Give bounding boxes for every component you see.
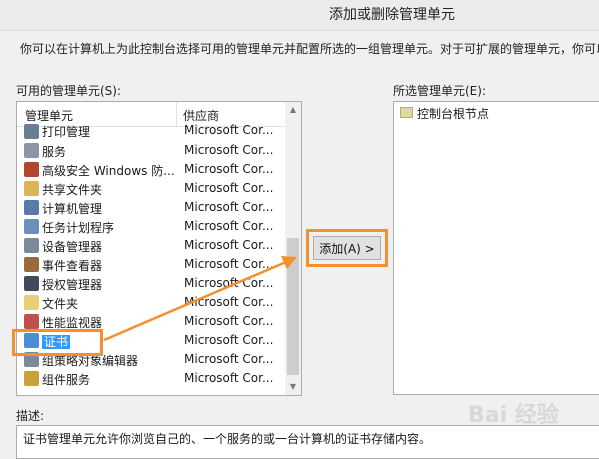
snapin-name: 打印管理 bbox=[42, 123, 176, 140]
snapin-vendor: Microsoft Cor... bbox=[184, 219, 274, 233]
window-title: 添加或删除管理单元 bbox=[329, 7, 455, 23]
snapin-vendor: Microsoft Cor... bbox=[184, 333, 274, 347]
available-snapins-label: 可用的管理单元(S): bbox=[16, 84, 122, 98]
snapin-name: 共享文件夹 bbox=[42, 181, 176, 198]
component-services-icon bbox=[24, 371, 39, 386]
table-row[interactable]: 授权管理器 Microsoft Cor... bbox=[17, 274, 285, 293]
selected-snapins-label: 所选管理单元(E): bbox=[393, 84, 486, 98]
scroll-thumb[interactable] bbox=[287, 238, 299, 375]
snapin-vendor: Microsoft Cor... bbox=[184, 200, 274, 214]
snapin-vendor: Microsoft Cor... bbox=[184, 295, 274, 309]
table-row[interactable]: 高级安全 Windows 防... Microsoft Cor... bbox=[17, 160, 285, 179]
column-header-vendor[interactable]: 供应商 bbox=[183, 107, 219, 124]
snapin-name: 计算机管理 bbox=[42, 200, 176, 217]
snapin-name-text: 任务计划程序 bbox=[42, 221, 115, 235]
table-row[interactable]: 文件夹 Microsoft Cor... bbox=[17, 293, 285, 312]
title-bar: 添加或删除管理单元 bbox=[0, 0, 599, 31]
clock-icon bbox=[24, 219, 39, 234]
performance-icon bbox=[24, 314, 39, 329]
table-row[interactable]: 组件服务 Microsoft Cor... bbox=[17, 369, 285, 388]
table-row[interactable]: 共享文件夹 Microsoft Cor... bbox=[17, 179, 285, 198]
snapin-vendor: Microsoft Cor... bbox=[184, 143, 274, 157]
description-text: 证书管理单元允许你浏览自己的、一个服务的或一台计算机的证书存储内容。 bbox=[23, 432, 432, 446]
snapin-vendor: Microsoft Cor... bbox=[184, 314, 274, 328]
snapin-name-text: 性能监视器 bbox=[42, 316, 103, 330]
column-separator[interactable] bbox=[176, 102, 177, 126]
snapin-name: 组件服务 bbox=[42, 371, 176, 388]
event-viewer-icon bbox=[24, 257, 39, 272]
snapin-name-text: 组件服务 bbox=[42, 373, 91, 387]
snapin-name-text: 服务 bbox=[42, 145, 67, 159]
intro-text: 你可以在计算机上为此控制台选择可用的管理单元并配置所选的一组管理单元。对于可扩展… bbox=[20, 42, 599, 56]
scroll-down-icon[interactable]: ▼ bbox=[285, 379, 301, 395]
description-box: 证书管理单元允许你浏览自己的、一个服务的或一台计算机的证书存储内容。 bbox=[16, 425, 599, 459]
snapin-vendor: Microsoft Cor... bbox=[184, 238, 274, 252]
snapin-name-text: 高级安全 Windows 防... bbox=[42, 164, 175, 178]
snapin-name-text: 文件夹 bbox=[42, 297, 79, 311]
add-button-highlight-box: 添加(A) > bbox=[306, 229, 388, 267]
table-row[interactable]: 打印管理 Microsoft Cor... bbox=[17, 123, 285, 141]
snapin-name-text: 事件查看器 bbox=[42, 259, 103, 273]
snapin-vendor: Microsoft Cor... bbox=[184, 276, 274, 290]
table-row[interactable]: 任务计划程序 Microsoft Cor... bbox=[17, 217, 285, 236]
snapin-vendor: Microsoft Cor... bbox=[184, 257, 274, 271]
snapin-vendor: Microsoft Cor... bbox=[184, 123, 274, 137]
printer-icon bbox=[24, 124, 39, 139]
snapin-name: 设备管理器 bbox=[42, 238, 176, 255]
snapin-name-text: 组策略对象编辑器 bbox=[42, 354, 139, 368]
snapin-vendor: Microsoft Cor... bbox=[184, 181, 274, 195]
shared-folder-icon bbox=[24, 181, 39, 196]
watermark: Bai 经验 bbox=[468, 403, 559, 428]
scroll-up-icon[interactable]: ▲ bbox=[285, 102, 301, 118]
snapin-name: 文件夹 bbox=[42, 295, 176, 312]
authorization-icon bbox=[24, 276, 39, 291]
snapin-name-text: 设备管理器 bbox=[42, 240, 103, 254]
snapin-name: 高级安全 Windows 防... bbox=[42, 162, 176, 179]
snapin-name: 授权管理器 bbox=[42, 276, 176, 293]
snapin-name-text: 授权管理器 bbox=[42, 278, 103, 292]
column-header-snapin[interactable]: 管理单元 bbox=[25, 107, 73, 124]
snapin-name-text: 打印管理 bbox=[42, 125, 91, 139]
device-manager-icon bbox=[24, 238, 39, 253]
snapin-name-text: 共享文件夹 bbox=[42, 183, 103, 197]
add-button[interactable]: 添加(A) > bbox=[313, 236, 381, 260]
snapin-name: 服务 bbox=[42, 143, 176, 160]
certificate-highlight-box bbox=[12, 329, 103, 356]
gears-icon bbox=[24, 143, 39, 158]
folder-icon bbox=[400, 107, 413, 118]
table-row[interactable]: 设备管理器 Microsoft Cor... bbox=[17, 236, 285, 255]
firewall-icon bbox=[24, 162, 39, 177]
selected-snapins-list[interactable]: 控制台根节点 bbox=[393, 101, 599, 395]
table-row[interactable]: 计算机管理 Microsoft Cor... bbox=[17, 198, 285, 217]
snapin-vendor: Microsoft Cor... bbox=[184, 352, 274, 366]
computer-management-icon bbox=[24, 200, 39, 215]
snapin-name: 任务计划程序 bbox=[42, 219, 176, 236]
snapin-vendor: Microsoft Cor... bbox=[184, 371, 274, 385]
table-row[interactable]: 事件查看器 Microsoft Cor... bbox=[17, 255, 285, 274]
snapin-vendor: Microsoft Cor... bbox=[184, 162, 274, 176]
description-label: 描述: bbox=[16, 409, 45, 423]
snapin-name: 事件查看器 bbox=[42, 257, 176, 274]
folder-icon bbox=[24, 295, 39, 310]
selected-item-label: 控制台根节点 bbox=[417, 107, 490, 121]
table-row[interactable]: 服务 Microsoft Cor... bbox=[17, 141, 285, 160]
snapin-name-text: 计算机管理 bbox=[42, 202, 103, 216]
list-scrollbar[interactable]: ▲ ▼ bbox=[285, 102, 301, 395]
